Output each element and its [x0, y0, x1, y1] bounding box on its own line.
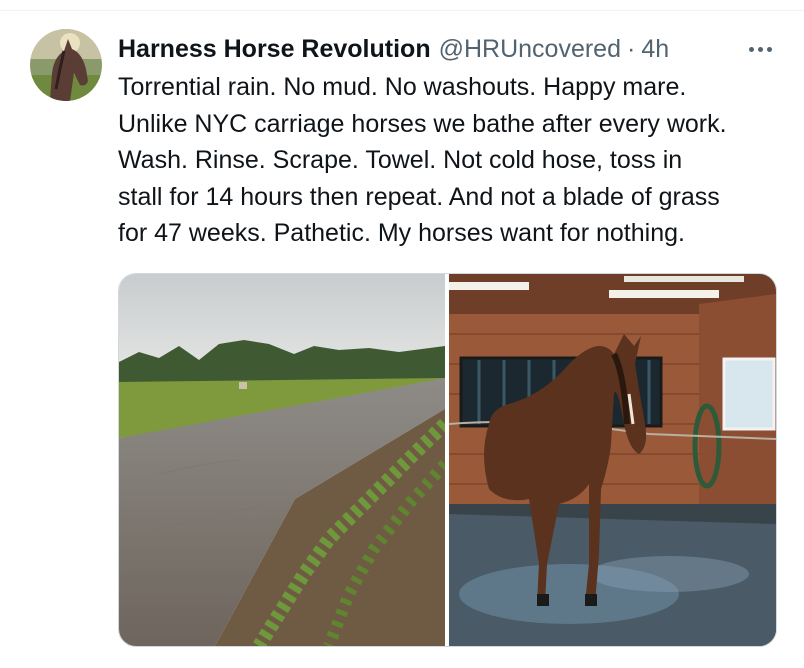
more-options-button[interactable] — [740, 32, 780, 66]
track-photo[interactable] — [119, 274, 445, 646]
wash-stall-photo[interactable] — [449, 274, 776, 646]
more-options-icon — [748, 46, 754, 52]
dirt-track-image — [119, 274, 445, 646]
horse-in-wash-stall-image — [449, 274, 776, 646]
tweet-text-line: stall for 14 hours then repeat. And not … — [118, 182, 720, 211]
tweet-text-line: Unlike NYC carriage horses we bathe afte… — [118, 109, 727, 138]
tweet-header: Harness Horse Revolution @HRUncovered · … — [118, 30, 669, 68]
display-name[interactable]: Harness Horse Revolution — [118, 35, 431, 64]
user-handle[interactable]: @HRUncovered — [439, 35, 621, 64]
tweet-text-line: Wash. Rinse. Scrape. Towel. Not cold hos… — [118, 146, 683, 174]
tweet-text-line: for 47 weeks. Pathetic. My horses want f… — [118, 219, 685, 247]
avatar[interactable] — [30, 29, 102, 101]
tweet-text-line: Torrential rain. No mud. No washouts. Ha… — [118, 73, 687, 101]
tweet-text: Torrential rain. No mud. No washouts. Ha… — [118, 69, 790, 252]
top-divider — [0, 10, 804, 11]
horse-avatar-icon — [30, 29, 102, 101]
media-grid — [118, 273, 777, 647]
separator-dot: · — [626, 34, 636, 63]
timestamp[interactable]: 4h — [641, 35, 669, 64]
